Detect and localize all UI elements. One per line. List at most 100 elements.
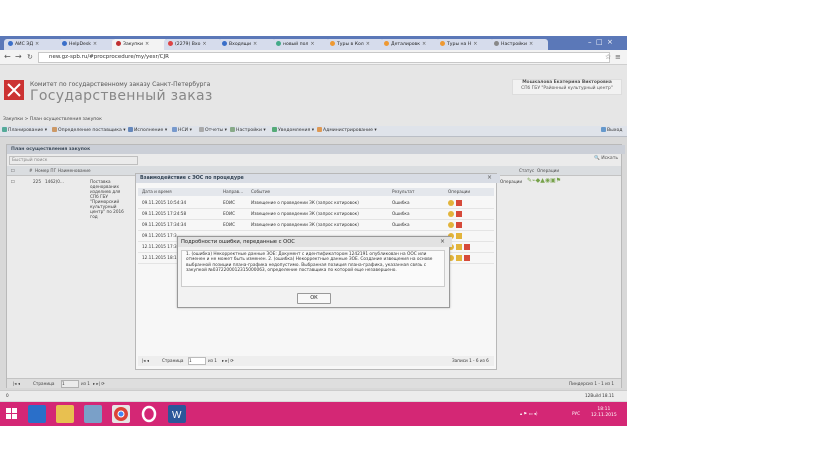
- tab-tours-2[interactable]: Туры на Н ×: [436, 39, 494, 50]
- document-icon[interactable]: [456, 233, 462, 239]
- back-icon[interactable]: ←: [4, 52, 11, 62]
- row-event: Извещение о проведении ЗК (запрос котиро…: [251, 200, 359, 205]
- close-icon[interactable]: ×: [145, 41, 149, 47]
- warning-icon[interactable]: [456, 222, 462, 228]
- info-icon[interactable]: [448, 222, 454, 228]
- browser-address-bar: ← → ↻ new.gz-spb.ru/#procprocedure/my/ye…: [0, 50, 627, 65]
- star-icon[interactable]: ☆: [605, 52, 611, 62]
- tab-favicon-icon: [8, 40, 13, 46]
- warning-icon[interactable]: [464, 255, 470, 261]
- close-icon[interactable]: ×: [473, 41, 477, 47]
- tab-ais-ed[interactable]: АИС ЭД ×: [4, 39, 62, 50]
- tab-favicon-icon: [62, 40, 67, 46]
- menu-item-nsi[interactable]: НСИ ▾: [172, 127, 192, 135]
- warning-icon[interactable]: [464, 244, 470, 250]
- tab-settings[interactable]: Настройки ×: [490, 39, 548, 50]
- close-icon[interactable]: ×: [487, 175, 493, 181]
- info-icon[interactable]: [448, 200, 454, 206]
- forward-icon[interactable]: →: [15, 52, 22, 62]
- org-name: Комитет по государственному заказу Санкт…: [30, 81, 211, 88]
- close-icon[interactable]: ×: [93, 41, 97, 47]
- close-icon[interactable]: ×: [440, 239, 446, 245]
- row-date: 12.11.2015 18:1: [142, 255, 177, 260]
- menu-item-notifications[interactable]: Уведомления ▾: [272, 127, 314, 135]
- tab-inbox[interactable]: (2279) Вхо ×: [164, 39, 222, 50]
- page-input[interactable]: 1: [188, 357, 206, 365]
- window-controls[interactable]: – □ ×: [588, 38, 613, 46]
- windows-start-icon[interactable]: [3, 405, 21, 423]
- next-page-icon[interactable]: ▸ ▸| ⟳: [222, 358, 234, 364]
- pager-label: Страница: [162, 358, 184, 363]
- browser-tab-bar: АИС ЭД × HelpDesk × Закупки × (2279) Вхо × В…: [0, 36, 627, 50]
- window-title: Взаимодействие с ЭОС по процедуре: [136, 174, 500, 183]
- menu-item-reports[interactable]: Отчеты ▾: [199, 127, 227, 135]
- first-page-icon[interactable]: |◂ ◂: [142, 358, 149, 364]
- taskbar-clock[interactable]: 18:11 12.11.2015: [591, 407, 617, 419]
- menu-item-supplier[interactable]: Определение поставщика ▾: [52, 127, 126, 135]
- column-header[interactable]: Операции: [448, 189, 470, 195]
- user-org: СПб ГБУ "Районный культурный центр": [521, 86, 613, 91]
- close-icon[interactable]: ×: [253, 41, 257, 47]
- table-row[interactable]: 09.11.2015 10:54:34 ЕОИС Извещение о про…: [138, 198, 494, 209]
- execution-icon: [128, 127, 133, 132]
- menu-item-execution[interactable]: Исполнение ▾: [128, 127, 167, 135]
- column-header[interactable]: Дата и время: [142, 189, 172, 195]
- document-icon[interactable]: [456, 244, 462, 250]
- notifications-icon: [272, 127, 277, 132]
- close-icon[interactable]: ×: [422, 41, 426, 47]
- close-icon[interactable]: ×: [366, 41, 370, 47]
- exit-button[interactable]: Выход: [601, 127, 622, 135]
- table-row[interactable]: 09.11.2015 17:24:58 ЕОИС Извещение о про…: [138, 209, 494, 220]
- menu-icon[interactable]: ≡: [615, 52, 621, 62]
- pager-total: из 1: [208, 358, 217, 363]
- ok-button[interactable]: ОК: [297, 293, 331, 304]
- tab-favicon-icon: [222, 40, 227, 46]
- menu-item-admin[interactable]: Администрирование ▾: [317, 127, 377, 135]
- url-input[interactable]: new.gz-spb.ru/#procprocedure/my/yesr/CJR: [38, 52, 610, 63]
- calculator-icon[interactable]: [84, 405, 102, 423]
- status-bar: 0 12Build 18.11: [0, 390, 627, 401]
- menu-item-settings[interactable]: Настройки ▾: [230, 127, 266, 135]
- warning-icon[interactable]: [456, 200, 462, 206]
- internet-explorer-icon[interactable]: [28, 405, 46, 423]
- dialog-title: Подробности ошибки, переданные с ООС: [178, 237, 452, 247]
- row-date: 12.11.2015 17:3: [142, 244, 177, 249]
- tab-details[interactable]: Деталировк ×: [380, 39, 440, 50]
- language-indicator[interactable]: РУС: [572, 411, 580, 416]
- interaction-grid-header: Дата и время Направ... Событие Результат…: [138, 188, 494, 196]
- column-header[interactable]: Результат: [392, 189, 414, 195]
- table-row[interactable]: 09.11.2015 17:34:34 ЕОИС Извещение о про…: [138, 220, 494, 231]
- chrome-icon[interactable]: [112, 405, 130, 423]
- tab-incoming[interactable]: Входящи ×: [218, 39, 276, 50]
- close-icon[interactable]: ×: [202, 41, 206, 47]
- menu-item-planning[interactable]: Планирование ▾: [2, 127, 47, 135]
- error-dialog: Подробности ошибки, переданные с ООС × 1…: [177, 236, 452, 308]
- tab-helpdesk[interactable]: HelpDesk ×: [58, 39, 116, 50]
- warning-icon[interactable]: [456, 211, 462, 217]
- nsi-icon: [172, 127, 177, 132]
- column-header[interactable]: Направ...: [223, 189, 243, 195]
- file-explorer-icon[interactable]: [56, 405, 74, 423]
- reload-icon[interactable]: ↻: [27, 52, 33, 62]
- close-icon[interactable]: ×: [529, 41, 533, 47]
- tray-icons[interactable]: ▴ ⚑ ▭ ◂): [520, 411, 538, 416]
- opera-icon[interactable]: [140, 405, 158, 423]
- tab-zakupki[interactable]: Закупки ×: [112, 39, 168, 50]
- reports-icon: [199, 127, 204, 132]
- close-icon[interactable]: ×: [310, 41, 314, 47]
- row-event: Извещение о проведении ЗК (запрос котиро…: [251, 211, 359, 216]
- row-direction: ЕОИС: [223, 211, 235, 216]
- breadcrumb: Закупки > План осуществления закупок: [3, 117, 102, 122]
- word-icon[interactable]: W: [168, 405, 186, 423]
- tab-favicon-icon: [440, 40, 445, 46]
- document-icon[interactable]: [456, 255, 462, 261]
- row-date: 09.11.2015 10:54:34: [142, 200, 187, 205]
- user-box[interactable]: Мошкалова Екатерина Викторовна СПб ГБУ "…: [512, 79, 622, 95]
- close-icon[interactable]: ×: [35, 41, 39, 47]
- tab-new-search[interactable]: новый пол ×: [272, 39, 330, 50]
- info-icon[interactable]: [448, 211, 454, 217]
- admin-icon: [317, 127, 322, 132]
- tab-tours[interactable]: Туры в Кол ×: [326, 39, 384, 50]
- column-header[interactable]: Событие: [251, 189, 270, 195]
- clock-date: 12.11.2015: [591, 413, 617, 418]
